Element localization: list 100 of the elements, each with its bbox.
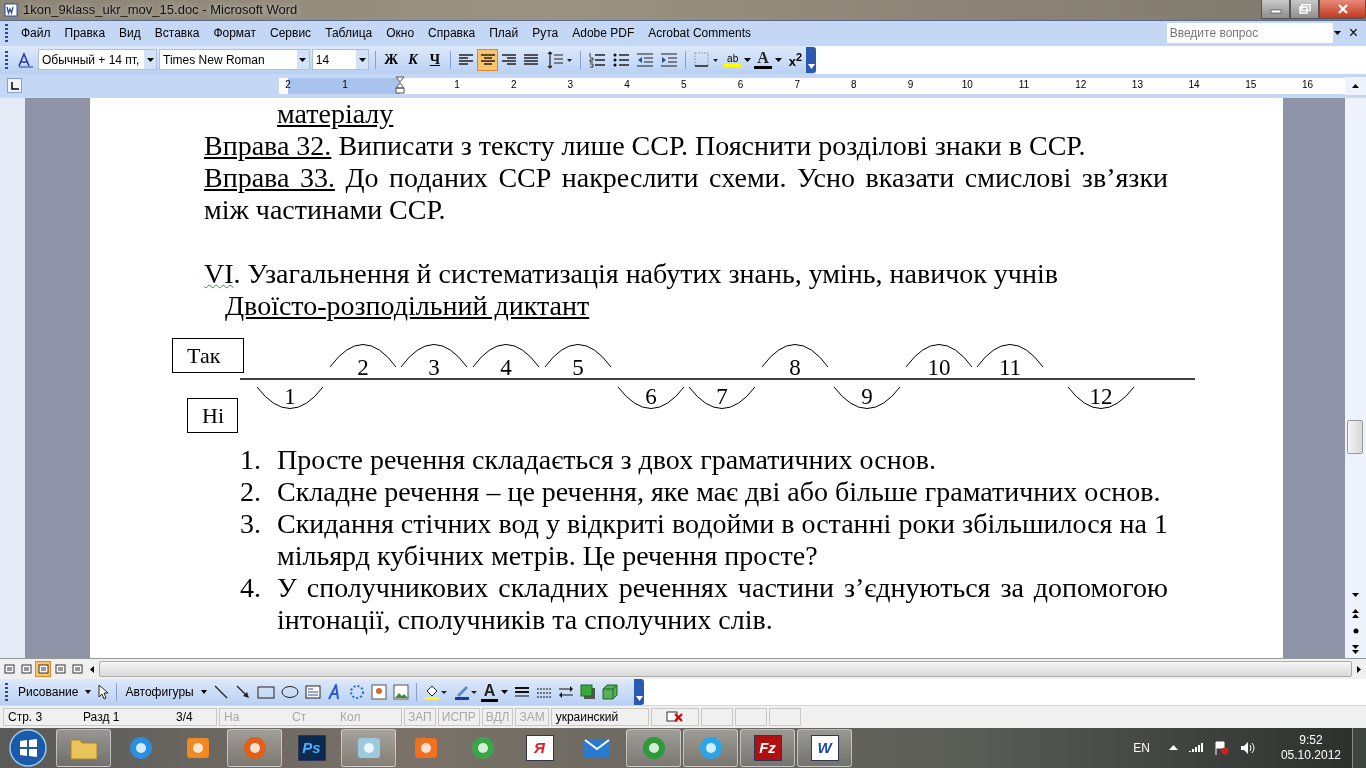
show-hidden-icons-icon[interactable] [1168,745,1178,751]
toolbar-grip[interactable] [5,50,8,69]
taskbar-app-button[interactable]: Я [512,729,567,767]
spelling-status-icon[interactable] [665,711,684,723]
document-icon [4,2,18,17]
language-indicator[interactable]: украинский [550,708,649,726]
3d-style-icon[interactable] [602,684,619,701]
scroll-thumb[interactable] [1347,419,1363,454]
signal-icon[interactable] [1188,742,1203,754]
menu-item[interactable]: Окно [379,26,422,41]
line-icon[interactable] [212,684,229,701]
line-style-icon[interactable] [514,685,531,700]
taskbar-app-button[interactable]: W [797,729,852,767]
menu-item[interactable]: Рута [525,26,566,41]
menu-item[interactable]: Вставка [147,26,207,41]
toolbar-options-button[interactable] [806,46,816,73]
diagram-icon[interactable] [348,684,365,701]
taskbar-app-button[interactable] [227,729,282,767]
font-color-button[interactable]: A [754,50,772,70]
answer-number: 10 [927,354,951,380]
speaker-icon[interactable] [1239,741,1256,755]
menu-item[interactable]: Плай [482,26,526,41]
menu-item[interactable]: Правка [57,26,113,41]
clock-time[interactable]: 9:52 [1299,733,1323,748]
autoshapes-menu[interactable]: Автофигуры [121,685,198,700]
caret-icon[interactable] [774,57,782,62]
close-button[interactable] [1319,0,1366,19]
taskbar-app-button[interactable]: Fz [740,729,795,767]
caret-icon [299,57,307,62]
menu-item[interactable]: Таблица [318,26,380,41]
taskbar-app-button[interactable] [626,729,681,767]
menu-item[interactable]: Вид [112,26,148,41]
taskbar-app-button[interactable] [683,729,738,767]
taskbar-app-button[interactable] [341,729,396,767]
superscript-button[interactable]: x$^{2}$ [784,50,807,69]
taskbar-app-button[interactable]: Ps [284,729,339,767]
shadow-icon[interactable] [580,684,597,701]
bulleted-list-icon[interactable] [612,51,631,68]
clip-art-icon[interactable] [370,684,387,701]
toolbar-grip[interactable] [5,24,8,43]
toolbar-grip[interactable] [5,683,8,702]
caret-icon[interactable] [200,690,207,695]
font-color-button[interactable]: A [480,682,499,702]
text-box-icon[interactable] [304,685,321,700]
arrow-icon[interactable] [234,684,251,701]
restore-button[interactable] [1290,0,1319,19]
close-document-button[interactable]: × [1342,24,1366,43]
highlight-button[interactable]: ab [724,52,742,67]
caret-icon[interactable] [85,690,92,695]
format-button[interactable]: Ч [424,48,446,71]
show-desktop-button[interactable] [1352,728,1366,768]
close-icon [1336,4,1349,14]
caret-icon [1352,83,1359,88]
status-cell [734,708,767,726]
indent-marker-icon[interactable] [395,75,405,94]
align-button[interactable] [476,48,499,71]
menu-item[interactable]: Adobe PDF [565,26,642,41]
caret-icon[interactable] [744,57,752,62]
dropdown-button[interactable] [296,50,309,70]
menu-item[interactable]: Сервис [263,26,319,41]
help-search-field[interactable]: Введите вопрос [1166,23,1333,44]
tab-selector[interactable] [7,78,22,94]
start-button[interactable] [8,728,48,768]
format-button[interactable]: Ж [380,48,403,71]
flag-icon[interactable] [1213,741,1229,755]
increase-indent-icon[interactable] [660,51,679,68]
decrease-indent-icon[interactable] [636,51,655,68]
view-button[interactable] [35,661,51,678]
menu-item[interactable]: Файл [14,26,58,41]
minimize-button[interactable] [1261,0,1290,19]
fill-color-icon[interactable] [423,683,448,702]
menu-item[interactable]: Acrobat Comments [641,26,758,41]
toolbar-options-button[interactable] [634,679,644,706]
dash-style-icon[interactable] [536,685,553,700]
menu-item[interactable]: Справка [421,26,483,41]
taskbar-app-button[interactable] [56,729,111,767]
scroll-up-button[interactable] [1345,76,1366,95]
horizontal-scrollbar[interactable] [99,661,1352,678]
clock-date[interactable]: 05.10.2012 [1280,748,1341,763]
pointer-icon[interactable] [97,684,110,701]
answer-number: 2 [357,354,369,380]
menu-item[interactable]: Формат [206,26,264,41]
dropdown-button[interactable] [356,50,369,70]
drawing-menu[interactable]: Рисование [14,685,83,700]
rectangle-icon[interactable] [256,685,275,700]
line-spacing-icon[interactable] [545,50,574,69]
caret-icon [358,57,366,62]
picture-icon[interactable] [392,684,409,701]
dropdown-button[interactable] [144,50,156,70]
restore-icon [1298,4,1311,14]
caret-icon[interactable] [501,690,509,695]
format-button[interactable]: К [402,48,424,71]
arrow-style-icon[interactable] [558,685,575,700]
input-language[interactable]: EN [1133,741,1150,755]
line-color-icon[interactable] [453,683,478,702]
oval-icon[interactable] [280,685,299,700]
page-view-icon [71,664,83,675]
numbered-list-icon[interactable] [588,51,607,68]
styles-icon[interactable] [16,50,35,69]
vertical-scrollbar[interactable] [1345,97,1366,659]
